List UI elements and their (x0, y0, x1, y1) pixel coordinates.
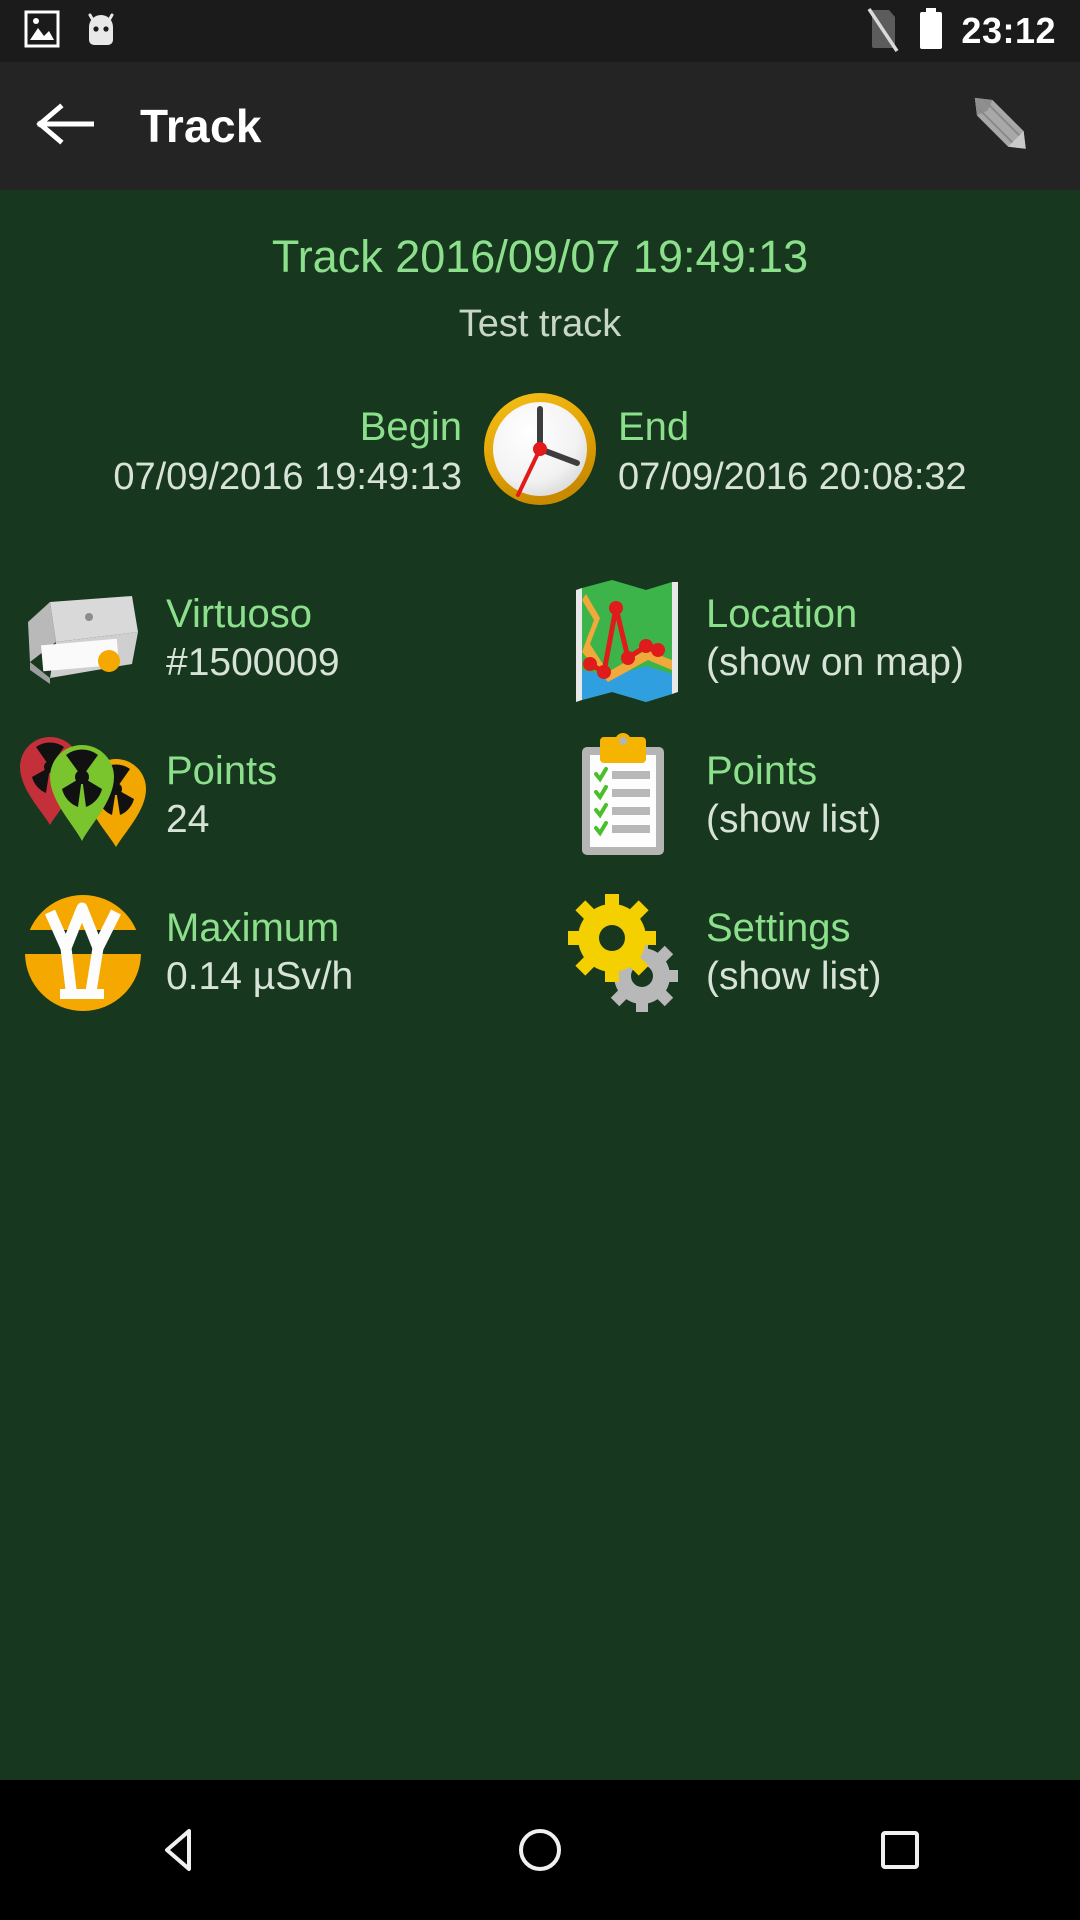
clock-icon-cell (480, 389, 600, 514)
begin-label: Begin (359, 405, 462, 450)
sim-off-icon (863, 6, 901, 57)
info-value: (show list) (706, 798, 882, 842)
info-cell-text: Points (show list) (690, 748, 882, 843)
info-label: Points (706, 749, 818, 794)
device-box-icon (16, 584, 150, 694)
android-head-icon (82, 9, 120, 54)
pencil-edit-icon[interactable] (958, 81, 1044, 172)
info-label: Settings (706, 906, 851, 951)
image-icon (24, 10, 60, 53)
info-row: Virtuoso #1500009 Location (show on map) (0, 560, 1080, 717)
info-cell-location[interactable]: Location (show on map) (540, 560, 1080, 717)
info-cell-points-count[interactable]: Points 24 (0, 717, 540, 874)
begin-value: 07/09/2016 19:49:13 (113, 455, 462, 498)
info-value: 24 (166, 798, 210, 842)
track-subtitle: Test track (458, 302, 622, 345)
analog-clock-icon (480, 389, 600, 514)
status-bar: 23:12 (0, 0, 1080, 62)
end-label: End (618, 405, 690, 450)
info-row: Maximum 0.14 µSv/h Settings (show list) (0, 874, 1080, 1031)
nav-back-triangle-icon[interactable] (90, 1780, 270, 1920)
info-value: #1500009 (166, 641, 340, 685)
gamma-dose-icon (16, 890, 150, 1016)
status-bar-system-icons: 23:12 (863, 6, 1056, 57)
info-cell-maximum[interactable]: Maximum 0.14 µSv/h (0, 874, 540, 1031)
track-end: End 07/09/2016 20:08:32 (600, 405, 1080, 498)
track-details-content: Track 2016/09/07 19:49:13 Test track Beg… (0, 190, 1080, 1452)
status-bar-notifications (24, 9, 120, 54)
end-value: 07/09/2016 20:08:32 (618, 455, 967, 498)
info-value: (show list) (706, 955, 882, 999)
gears-settings-icon (556, 890, 690, 1016)
nav-home-circle-icon[interactable] (450, 1780, 630, 1920)
track-title: Track 2016/09/07 19:49:13 (271, 231, 809, 282)
folded-map-icon (556, 574, 690, 704)
phone-screen: 23:12 Track Track 2016/09/07 19:49:13 Te… (0, 0, 1080, 1920)
navigation-bar (0, 1780, 1080, 1920)
action-bar: Track (0, 62, 1080, 190)
info-cell-points-list[interactable]: Points (show list) (540, 717, 1080, 874)
track-begin: Begin 07/09/2016 19:49:13 (0, 405, 480, 498)
info-cell-text: Points 24 (150, 748, 277, 843)
info-label: Virtuoso (166, 592, 313, 637)
track-time-range: Begin 07/09/2016 19:49:13 End 07/09/2016… (0, 389, 1080, 514)
info-cell-text: Settings (show list) (690, 905, 882, 1000)
clipboard-list-icon (556, 731, 690, 861)
info-label: Maximum (166, 906, 340, 951)
nav-recents-square-icon[interactable] (810, 1780, 990, 1920)
info-value: 0.14 µSv/h (166, 955, 354, 999)
info-cell-text: Maximum 0.14 µSv/h (150, 905, 353, 1000)
page-title: Track (140, 100, 262, 152)
info-value: (show on map) (706, 641, 964, 685)
info-cell-settings[interactable]: Settings (show list) (540, 874, 1080, 1031)
info-row: Points 24 Points (show list) (0, 717, 1080, 874)
radiation-markers-icon (16, 731, 150, 861)
info-label: Points (166, 749, 278, 794)
status-bar-clock: 23:12 (961, 10, 1056, 51)
track-info-grid: Virtuoso #1500009 Location (show on map)… (0, 560, 1080, 1031)
info-cell-virtuoso[interactable]: Virtuoso #1500009 (0, 560, 540, 717)
info-cell-text: Location (show on map) (690, 591, 964, 686)
arrow-back-icon[interactable] (36, 101, 95, 152)
battery-full-icon (917, 6, 945, 57)
info-label: Location (706, 592, 858, 637)
info-cell-text: Virtuoso #1500009 (150, 591, 340, 686)
